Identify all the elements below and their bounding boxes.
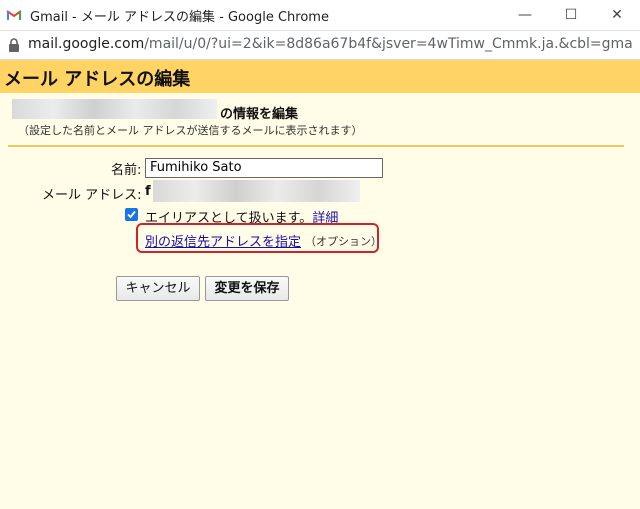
window-titlebar: Gmail - メール アドレスの編集 - Google Chrome — ☐ … <box>0 0 640 31</box>
gmail-icon <box>6 10 22 20</box>
page-title: メール アドレスの編集 <box>4 69 191 90</box>
email-value-prefix: f <box>145 184 151 199</box>
info-subtitle: （設定した名前とメール アドレスが送信するメールに表示されます） <box>18 124 363 137</box>
window-title: Gmail - メール アドレスの編集 - Google Chrome <box>30 10 329 25</box>
checkmark-icon <box>127 210 136 219</box>
cancel-button[interactable]: キャンセル <box>116 276 200 301</box>
reply-to-optional: （オプション） <box>305 235 382 248</box>
close-button[interactable]: ✕ <box>594 0 640 30</box>
url-path: /mail/u/0/?ui=2&ik=8d86a67b4f&jsver=4wTi… <box>144 36 632 52</box>
url-host: mail.google.com <box>28 36 145 52</box>
alias-checkbox[interactable] <box>125 208 138 221</box>
minimize-button[interactable]: — <box>502 0 548 30</box>
redacted-account-name <box>12 99 217 119</box>
address-bar[interactable]: mail.google.com/mail/u/0/?ui=2&ik=8d86a6… <box>0 31 640 60</box>
maximize-button[interactable]: ☐ <box>548 0 594 30</box>
reply-to-link[interactable]: 別の返信先アドレスを指定 <box>145 231 301 250</box>
dialog-header: メール アドレスの編集 <box>0 60 640 93</box>
email-label: メール アドレス: <box>42 188 142 203</box>
name-label: 名前: <box>111 163 142 178</box>
info-title: の情報を編集 <box>220 107 299 122</box>
save-button[interactable]: 変更を保存 <box>205 276 289 301</box>
url-text[interactable]: mail.google.com/mail/u/0/?ui=2&ik=8d86a6… <box>28 36 632 52</box>
lock-icon <box>9 38 19 52</box>
section-divider <box>8 145 624 147</box>
redacted-email <box>153 180 360 202</box>
name-input[interactable]: Fumihiko Sato <box>145 158 383 178</box>
